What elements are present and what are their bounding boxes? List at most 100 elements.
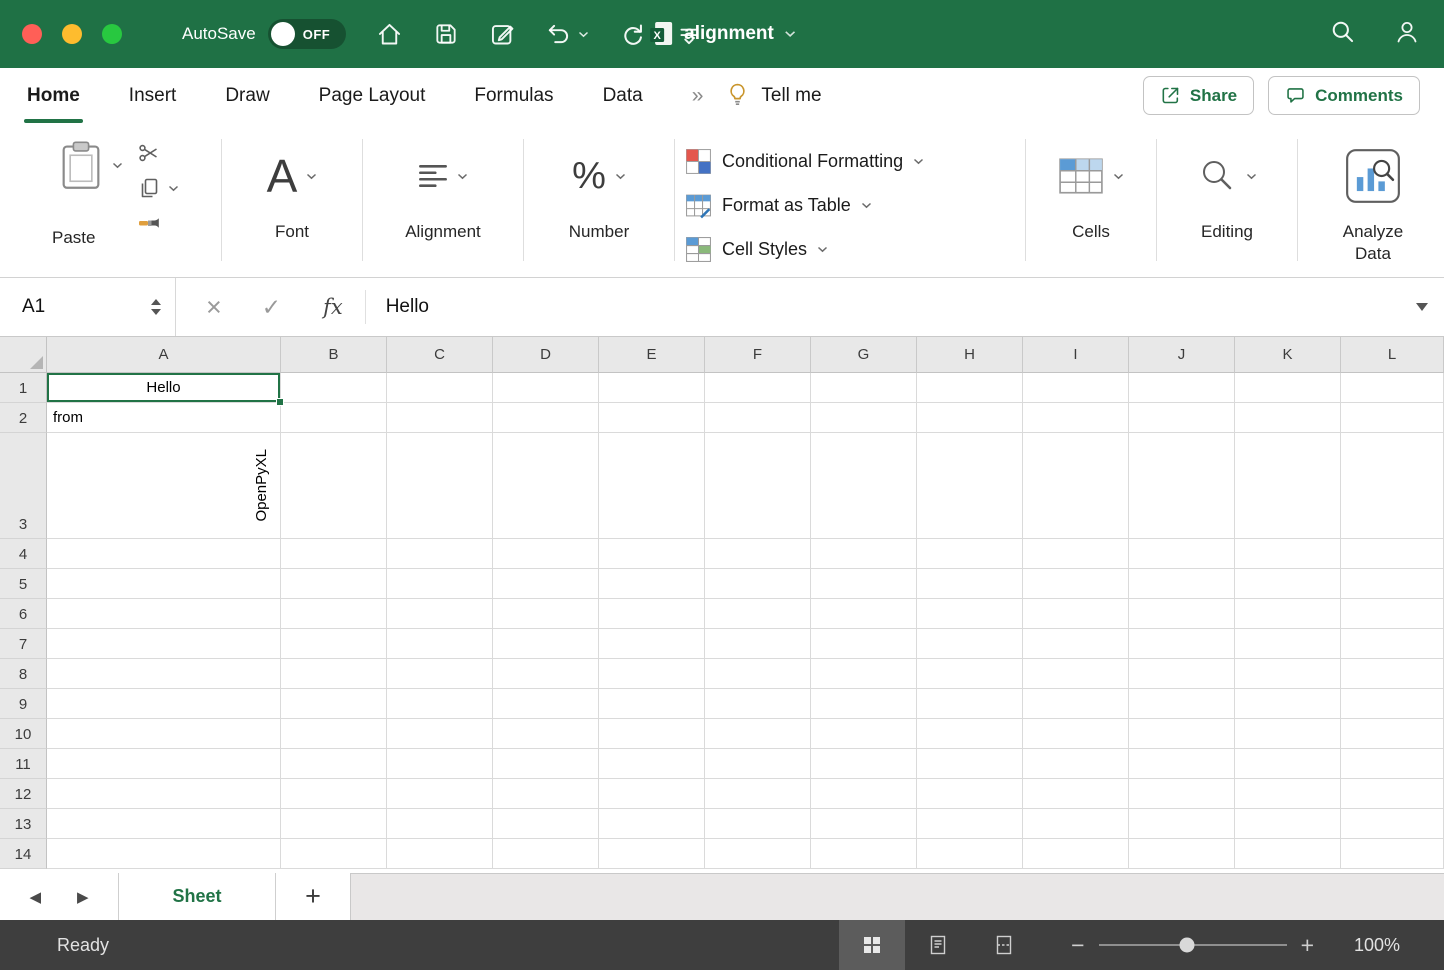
copy-button[interactable] [137,176,179,200]
cell-F13[interactable] [705,809,811,839]
column-header-A[interactable]: A [47,337,281,373]
cell-L6[interactable] [1341,599,1444,629]
cell-G3[interactable] [811,433,917,539]
close-window-button[interactable] [22,24,42,44]
stepper-up-icon[interactable] [151,299,161,305]
tab-page-layout[interactable]: Page Layout [319,68,426,123]
cell-A10[interactable] [47,719,281,749]
cell-F5[interactable] [705,569,811,599]
page-break-view-button[interactable] [971,920,1037,970]
cell-K9[interactable] [1235,689,1341,719]
cell-I13[interactable] [1023,809,1129,839]
cell-E5[interactable] [599,569,705,599]
cell-D13[interactable] [493,809,599,839]
cell-D8[interactable] [493,659,599,689]
cell-B13[interactable] [281,809,387,839]
row-header-1[interactable]: 1 [0,373,47,403]
row-header-5[interactable]: 5 [0,569,47,599]
cell-E10[interactable] [599,719,705,749]
row-header-3[interactable]: 3 [0,433,47,539]
cell-A12[interactable] [47,779,281,809]
column-header-I[interactable]: I [1023,337,1129,373]
cell-J5[interactable] [1129,569,1235,599]
cell-F7[interactable] [705,629,811,659]
cell-J9[interactable] [1129,689,1235,719]
cell-L12[interactable] [1341,779,1444,809]
cell-E3[interactable] [599,433,705,539]
cell-G10[interactable] [811,719,917,749]
row-header-10[interactable]: 10 [0,719,47,749]
cell-C14[interactable] [387,839,493,869]
cell-L1[interactable] [1341,373,1444,403]
cell-A5[interactable] [47,569,281,599]
cell-I10[interactable] [1023,719,1129,749]
formula-input[interactable]: Hello [386,296,429,318]
tab-draw[interactable]: Draw [225,68,269,123]
cell-D11[interactable] [493,749,599,779]
cell-D12[interactable] [493,779,599,809]
cell-J4[interactable] [1129,539,1235,569]
cell-B2[interactable] [281,403,387,433]
tab-data[interactable]: Data [603,68,643,123]
cell-J1[interactable] [1129,373,1235,403]
cell-E4[interactable] [599,539,705,569]
fullscreen-window-button[interactable] [102,24,122,44]
cell-C9[interactable] [387,689,493,719]
cell-L14[interactable] [1341,839,1444,869]
cell-L5[interactable] [1341,569,1444,599]
column-header-J[interactable]: J [1129,337,1235,373]
cell-E14[interactable] [599,839,705,869]
cell-B5[interactable] [281,569,387,599]
sheet-tab-sheet[interactable]: Sheet [118,873,276,920]
tab-formulas[interactable]: Formulas [474,68,553,123]
cell-J13[interactable] [1129,809,1235,839]
row-header-9[interactable]: 9 [0,689,47,719]
cell-J10[interactable] [1129,719,1235,749]
cell-I7[interactable] [1023,629,1129,659]
prev-sheet-icon[interactable]: ◀ [29,888,41,906]
cell-C1[interactable] [387,373,493,403]
cell-G14[interactable] [811,839,917,869]
cancel-icon[interactable]: × [206,294,222,321]
enter-check-icon[interactable]: ✓ [262,296,281,319]
cell-D14[interactable] [493,839,599,869]
cell-L11[interactable] [1341,749,1444,779]
cell-D1[interactable] [493,373,599,403]
column-header-F[interactable]: F [705,337,811,373]
document-title[interactable]: X alignment [648,20,796,48]
cell-H11[interactable] [917,749,1023,779]
cell-D10[interactable] [493,719,599,749]
cell-F4[interactable] [705,539,811,569]
save-as-button[interactable] [489,21,516,48]
cell-E9[interactable] [599,689,705,719]
cell-A9[interactable] [47,689,281,719]
cell-L10[interactable] [1341,719,1444,749]
cell-F8[interactable] [705,659,811,689]
zoom-in-button[interactable]: + [1301,932,1314,959]
stepper-down-icon[interactable] [151,309,161,315]
cell-H7[interactable] [917,629,1023,659]
row-header-13[interactable]: 13 [0,809,47,839]
cell-F1[interactable] [705,373,811,403]
cell-F3[interactable] [705,433,811,539]
cell-B4[interactable] [281,539,387,569]
undo-button[interactable] [546,21,589,47]
cell-G13[interactable] [811,809,917,839]
column-header-B[interactable]: B [281,337,387,373]
tab-insert[interactable]: Insert [129,68,177,123]
cell-K13[interactable] [1235,809,1341,839]
cell-H13[interactable] [917,809,1023,839]
cell-B12[interactable] [281,779,387,809]
row-header-2[interactable]: 2 [0,403,47,433]
cell-I11[interactable] [1023,749,1129,779]
cell-B9[interactable] [281,689,387,719]
row-header-14[interactable]: 14 [0,839,47,869]
cell-I9[interactable] [1023,689,1129,719]
cell-E8[interactable] [599,659,705,689]
cell-C5[interactable] [387,569,493,599]
cell-E6[interactable] [599,599,705,629]
cell-I4[interactable] [1023,539,1129,569]
cell-J3[interactable] [1129,433,1235,539]
cell-A3[interactable]: OpenPyXL [47,433,281,539]
cell-H12[interactable] [917,779,1023,809]
